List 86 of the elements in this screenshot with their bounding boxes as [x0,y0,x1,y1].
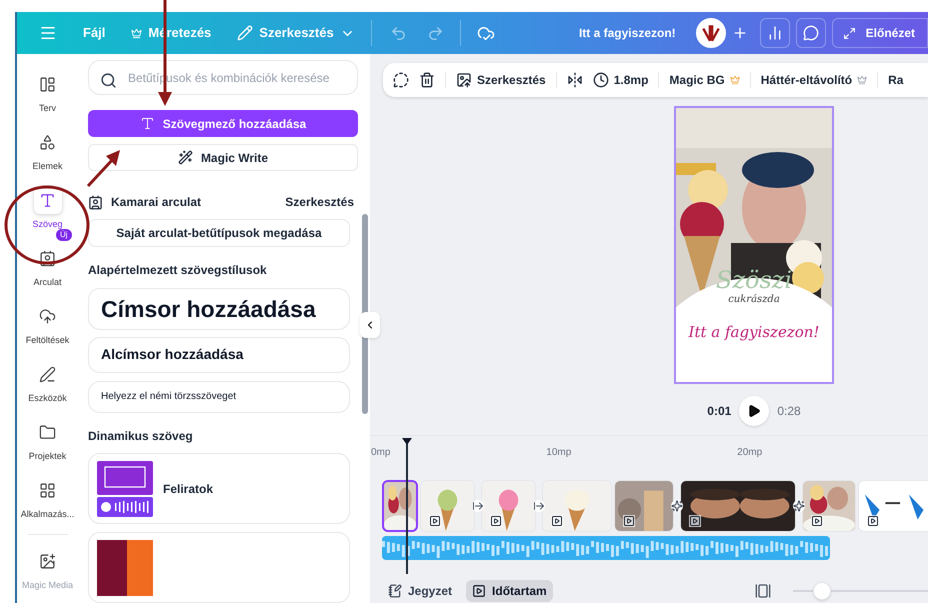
video-icon [623,515,635,527]
ruler-tick-label: 10mp [546,446,572,460]
rail-item[interactable]: Alkalmazás... [18,470,78,528]
text-icon [140,116,155,132]
section-heading: Alapértelmezett szövegstílusok [88,262,268,279]
toolbar-button[interactable]: Magic BG [669,71,740,89]
elements-icon [39,134,56,151]
toolbar-button[interactable]: Szerkesztés [456,71,546,89]
brand-icon [88,194,103,210]
brand-logo-subtitle: cukrászda [728,293,780,307]
tools-icon [39,366,56,383]
brand-fonts-button[interactable]: Saját arculat-betűtípusok megadása [88,219,350,247]
cloud-check-icon[interactable] [476,24,495,42]
wand-icon [178,150,193,166]
dynamic-text-card[interactable] [88,532,350,603]
notes-icon [388,584,402,598]
video-icon [867,515,879,527]
video-icon [811,515,823,527]
ai-icon [393,72,409,88]
comment-button[interactable] [796,18,826,48]
magic-icon [39,552,56,570]
brand-kit-title: Kamarai arculat [111,194,202,212]
magic-write-button[interactable]: Magic Write [88,144,358,172]
rail-item[interactable]: Elemek [18,122,78,180]
toolbar-button[interactable] [566,72,583,88]
avatar[interactable] [696,18,726,48]
plus-icon[interactable] [732,25,748,41]
toolbar-button[interactable] [419,72,435,88]
ruler-tick-label: 0mp [371,446,392,460]
text-style-card[interactable]: Címsor hozzáadása [88,288,350,330]
bottom-tab[interactable]: Jegyzet [382,580,458,602]
text-style-card[interactable]: Helyezz el némi törzsszöveget [88,380,350,414]
toolbar-button[interactable]: Ra [888,71,904,89]
toolbar-button[interactable]: Háttér-eltávolító [760,71,868,89]
grid-view-icon[interactable] [754,583,771,599]
edit-icon [456,72,472,88]
search-icon [100,72,117,89]
rail-item[interactable]: Terv [18,64,78,122]
video-icon [429,515,441,527]
toolbar-button[interactable]: 1.8mp [592,71,648,89]
zoom-slider[interactable] [792,581,928,601]
zoom-slider-thumb[interactable] [813,582,831,600]
rail-item[interactable]: Projektek [18,412,78,470]
projects-icon [39,424,56,441]
video-icon [689,515,701,527]
insights-button[interactable] [760,18,790,48]
delete-icon [419,72,435,88]
text-style-card[interactable]: Alcímsor hozzáadása [88,337,350,373]
design-headline: Itt a fagyiszezon! [688,322,820,343]
bar-chart-icon [766,25,783,41]
duration-icon [592,72,609,88]
rail-item[interactable]: Eszközök [18,354,78,412]
ruler-tick-label: 20mp [737,446,764,460]
play-icon [747,404,762,418]
section-heading: Dinamikus szöveg [88,428,194,446]
brand-icon [39,250,56,267]
design-title[interactable]: Itt a fagyiszezon! [578,24,676,42]
uploads-icon [39,308,56,325]
video-icon [490,515,502,527]
annotation-arrow [86,148,122,188]
design-icon [39,76,56,93]
pencil-icon [237,25,254,41]
new-badge: Új [56,229,72,241]
video-icon [472,584,486,598]
video-clip[interactable] [382,480,418,532]
toolbar-button[interactable] [393,72,409,88]
rail-item[interactable]: Feltöltések [18,296,78,354]
collapse-handle[interactable] [360,312,380,338]
bottom-tab[interactable]: Időtartam [466,580,553,602]
edit-link[interactable]: Szerkesztés [285,193,354,212]
text-icon [39,192,56,209]
template-thumbnail [97,540,153,596]
dynamic-text-card[interactable]: Feliratok [88,453,350,524]
crown-icon [131,28,142,38]
apps-icon [39,482,56,499]
play-button[interactable] [739,396,770,426]
current-time: 0:01 [707,403,732,420]
add-text-button[interactable]: Szövegmező hozzáadása [88,110,358,138]
expand-icon [842,26,856,40]
captions-thumbnail [97,460,153,517]
total-time: 0:28 [777,403,801,420]
comment-icon [802,25,819,41]
rail-item[interactable]: Arculat [18,238,78,296]
flip-icon [566,72,583,88]
preview-button[interactable]: Előnézet [832,18,928,48]
video-icon [551,515,563,527]
